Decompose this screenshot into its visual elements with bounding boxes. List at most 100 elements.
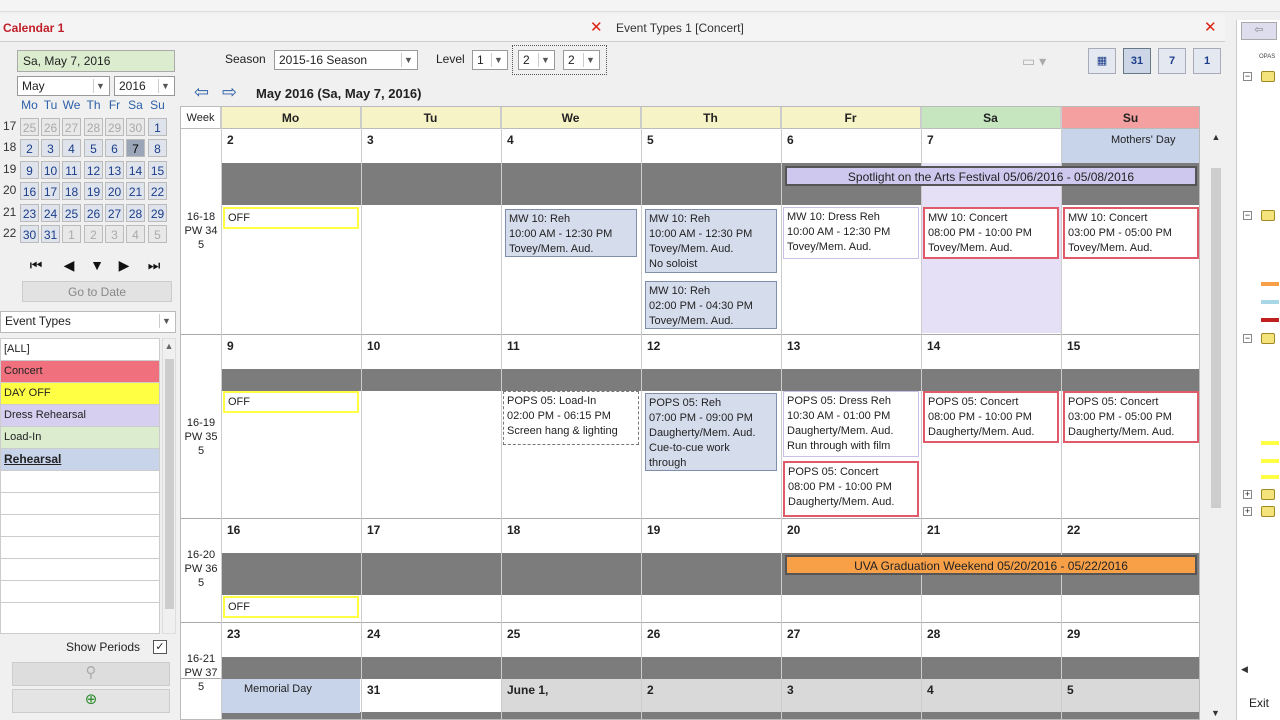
calendar-scrollbar[interactable]: ▲ ▼ xyxy=(1208,128,1224,720)
mini-day-cell[interactable]: 17 xyxy=(41,182,60,201)
day-number[interactable]: 17 xyxy=(367,523,380,537)
event-type-dress-rehearsal[interactable]: Dress Rehearsal xyxy=(1,405,159,427)
scroll-up-icon[interactable]: ▲ xyxy=(1208,132,1224,142)
mini-day-cell[interactable]: 5 xyxy=(148,225,167,243)
mini-day-cell[interactable]: 31 xyxy=(41,225,60,243)
graduation-banner[interactable]: UVA Graduation Weekend 05/20/2016 - 05/2… xyxy=(785,555,1197,575)
folder-icon[interactable] xyxy=(1261,210,1275,221)
day-number[interactable]: 21 xyxy=(927,523,940,537)
mini-day-cell[interactable]: 30 xyxy=(126,118,145,136)
calendar-event[interactable]: MW 10: Reh 10:00 AM - 12:30 PM Tovey/Mem. … xyxy=(645,209,777,273)
mini-day-cell[interactable]: 7 xyxy=(126,139,145,158)
expand-icon[interactable]: + xyxy=(1243,490,1252,499)
folder-icon[interactable] xyxy=(1261,71,1275,82)
calendar-event[interactable]: POPS 05: Reh 07:00 PM - 09:00 PM Daugherty… xyxy=(645,393,777,471)
calendar-event[interactable]: POPS 05: Concert 08:00 PM - 10:00 PM Daugh… xyxy=(923,391,1059,443)
mini-day-cell[interactable]: 27 xyxy=(62,118,81,136)
tab-event-types[interactable]: Event Types 1 [Concert] xyxy=(616,14,744,42)
day-number[interactable]: 2 xyxy=(227,133,234,147)
mini-day-cell[interactable]: 20 xyxy=(105,182,124,201)
day-number[interactable]: 5 xyxy=(647,133,654,147)
month-view-icon[interactable]: ▦ xyxy=(1088,48,1116,74)
day-number[interactable]: 9 xyxy=(227,339,234,353)
go-to-date-button[interactable]: Go to Date xyxy=(22,281,172,302)
mini-day-cell[interactable]: 12 xyxy=(84,160,103,179)
mini-day-cell[interactable]: 22 xyxy=(148,182,167,201)
day-off-event[interactable]: OFF xyxy=(223,596,359,618)
day-number[interactable]: 4 xyxy=(507,133,514,147)
mini-day-cell[interactable]: 3 xyxy=(105,225,124,243)
mini-day-cell[interactable]: 3 xyxy=(41,139,60,158)
action-dropdown-icon[interactable]: ▭ ▾ xyxy=(1018,48,1064,74)
day-number[interactable]: 3 xyxy=(787,683,794,697)
day-number[interactable]: 10 xyxy=(367,339,380,353)
season-select[interactable]: 2015-16 Season ▼ xyxy=(274,50,418,70)
day-number[interactable]: 27 xyxy=(787,627,800,641)
mini-day-cell[interactable]: 27 xyxy=(105,203,124,222)
search-icon[interactable]: ⚲ xyxy=(12,662,170,686)
scroll-thumb[interactable] xyxy=(165,359,174,609)
mini-day-cell[interactable]: 26 xyxy=(84,203,103,222)
day-off-event[interactable]: OFF xyxy=(223,207,359,229)
scroll-down-icon[interactable]: ▼ xyxy=(1211,708,1220,718)
exit-button[interactable]: Exit xyxy=(1249,696,1269,710)
folder-icon[interactable] xyxy=(1261,333,1275,344)
down-icon[interactable]: ▼ xyxy=(85,255,109,275)
event-types-dropdown[interactable]: Event Types ▼ xyxy=(0,311,176,333)
mini-day-cell[interactable]: 5 xyxy=(84,139,103,158)
mini-day-cell[interactable]: 4 xyxy=(126,225,145,243)
mini-day-cell[interactable]: 30 xyxy=(20,225,39,243)
mini-day-cell[interactable]: 18 xyxy=(62,182,81,201)
mini-day-cell[interactable]: 1 xyxy=(62,225,81,243)
mini-day-cell[interactable]: 25 xyxy=(62,203,81,222)
mini-day-cell[interactable]: 29 xyxy=(105,118,124,136)
mini-day-cell[interactable]: 23 xyxy=(20,203,39,222)
level2-select[interactable]: 2 ▼ xyxy=(518,50,555,70)
day-number[interactable]: 18 xyxy=(507,523,520,537)
day-number[interactable]: 31 xyxy=(367,683,380,697)
day-number[interactable]: 25 xyxy=(507,627,520,641)
selected-date[interactable]: Sa, May 7, 2016 xyxy=(17,50,175,72)
calendar-event[interactable]: POPS 05: Concert 03:00 PM - 05:00 PM Daugh… xyxy=(1063,391,1199,443)
back-icon[interactable]: ⇦ xyxy=(1241,22,1277,40)
calendar-event[interactable]: MW 10: Reh 02:00 PM - 04:30 PM Tovey/Mem. … xyxy=(645,281,777,329)
calendar-event[interactable]: POPS 05: Concert 08:00 PM - 10:00 PM Daugh… xyxy=(783,461,919,517)
month-select[interactable]: May ▼ xyxy=(17,76,110,96)
event-type-all[interactable]: [ALL] xyxy=(1,339,159,361)
mini-day-cell[interactable]: 28 xyxy=(84,118,103,136)
mini-day-cell[interactable]: 13 xyxy=(105,160,124,179)
calendar-event[interactable]: MW 10: Concert 08:00 PM - 10:00 PM Tovey/M… xyxy=(923,207,1059,259)
festival-banner[interactable]: Spotlight on the Arts Festival 05/06/201… xyxy=(785,166,1197,186)
first-icon[interactable]: ⏮ xyxy=(24,255,48,275)
tab-calendar[interactable]: Calendar 1 xyxy=(3,14,64,42)
zoom-in-icon[interactable]: ⊕ xyxy=(12,689,170,713)
event-type-concert[interactable]: Concert xyxy=(1,361,159,383)
mini-day-cell[interactable]: 28 xyxy=(126,203,145,222)
last-icon[interactable]: ⏭ xyxy=(142,255,166,275)
mini-day-cell[interactable]: 16 xyxy=(20,182,39,201)
mini-day-cell[interactable]: 21 xyxy=(126,182,145,201)
mini-day-cell[interactable]: 19 xyxy=(84,182,103,201)
scroll-thumb[interactable] xyxy=(1211,168,1221,508)
level3-select[interactable]: 2 ▼ xyxy=(563,50,600,70)
prev-month-icon[interactable]: ⇦ xyxy=(194,82,209,103)
calendar-event[interactable]: MW 10: Reh 10:00 AM - 12:30 PM Tovey/Mem. … xyxy=(505,209,637,257)
day-number[interactable]: 5 xyxy=(1067,683,1074,697)
day-number[interactable]: 23 xyxy=(227,627,240,641)
day-number[interactable]: 2 xyxy=(647,683,654,697)
day-number[interactable]: 29 xyxy=(1067,627,1080,641)
close-calendar-icon[interactable]: ✕ xyxy=(590,14,603,42)
folder-icon[interactable] xyxy=(1261,489,1275,500)
mini-day-cell[interactable]: 4 xyxy=(62,139,81,158)
collapse-icon[interactable]: − xyxy=(1243,334,1252,343)
day-number[interactable]: 11 xyxy=(507,339,520,353)
scroll-left-icon[interactable]: ◀ xyxy=(1241,664,1248,675)
mini-day-cell[interactable]: 9 xyxy=(20,160,39,179)
event-type-load-in[interactable]: Load-In xyxy=(1,427,159,449)
event-type-dayoff[interactable]: DAY OFF xyxy=(1,383,159,405)
day-number[interactable]: June 1, xyxy=(507,683,548,697)
day-number[interactable]: 14 xyxy=(927,339,940,353)
day-view-icon[interactable]: 1 xyxy=(1193,48,1221,74)
day-number[interactable]: 20 xyxy=(787,523,800,537)
list-scrollbar[interactable]: ▲ xyxy=(162,338,176,634)
